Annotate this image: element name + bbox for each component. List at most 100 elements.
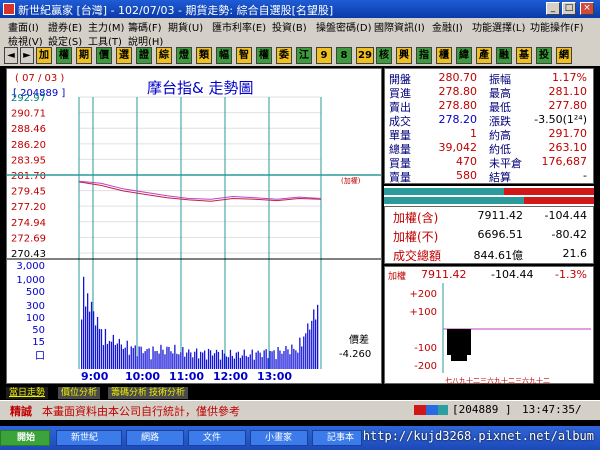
toolbar-prev-icon[interactable]: ◄ — [4, 47, 18, 64]
volume-bar — [176, 353, 178, 369]
toolbar-button[interactable]: 類 — [196, 47, 212, 64]
toolbar-button[interactable]: 9 — [316, 47, 332, 64]
watermark: http://kujd3268.pixnet.net/album — [362, 429, 594, 443]
price-tick: 274.94 — [11, 218, 46, 229]
quote-label: 賣量 — [389, 171, 411, 184]
status-color-red — [414, 405, 426, 415]
index-value: 6696.51 — [477, 228, 524, 241]
quote-value: -3.50(1²⁴) — [534, 113, 587, 126]
taskbar-item[interactable]: 網路 — [126, 430, 184, 446]
volume-tick: 15 — [32, 337, 45, 348]
toolbar-button[interactable]: 8 — [336, 47, 352, 64]
taskbar-item[interactable]: 新世紀 — [56, 430, 122, 446]
toolbar-button[interactable]: 委 — [276, 47, 292, 64]
volume-bar — [81, 319, 83, 369]
volume-bar — [166, 346, 168, 369]
volume-bar — [217, 351, 220, 369]
toolbar-button[interactable]: 網 — [556, 47, 572, 64]
toolbar-button[interactable]: 江 — [296, 47, 312, 64]
volume-bar — [94, 325, 97, 369]
taskbar-item[interactable]: 小畫家 — [250, 430, 308, 446]
volume-bar — [186, 352, 188, 369]
quote-panel: 開盤 280.70 振幅 1.17% 買進 278.80 最高 281.10 賣出 278.80 最… — [384, 68, 594, 184]
volume-bar — [100, 329, 103, 369]
toolbar-next-icon[interactable]: ► — [20, 47, 34, 64]
toolbar-button[interactable]: 權 — [56, 47, 72, 64]
quote-value: 470 — [456, 155, 477, 168]
maximize-icon[interactable]: □ — [562, 2, 576, 15]
volume-bar — [110, 341, 113, 369]
taskbar-item[interactable]: 文件 — [188, 430, 246, 446]
volume-tick: 3,000 — [16, 261, 45, 272]
intraday-chart: ( 07 / 03 )[ 204889 ] 摩台指& 走勢圖292.97290.7… — [7, 73, 381, 383]
sell-bar-2 — [524, 197, 594, 204]
volume-bar — [277, 347, 279, 369]
buysell-value: 7911.42 — [421, 268, 467, 281]
volume-bar — [259, 352, 261, 369]
tab-0[interactable]: 當日走勢 — [6, 387, 49, 399]
chart-date: ( 07 / 03 ) — [15, 73, 64, 84]
tab-3[interactable]: 技術分析 — [146, 387, 189, 399]
minimize-icon[interactable]: _ — [546, 2, 560, 15]
volume-bar — [239, 357, 241, 369]
volume-bar — [108, 340, 111, 369]
toolbar-button[interactable]: 選 — [116, 47, 132, 64]
volume-bar — [136, 356, 138, 369]
time-tick: 13:00 — [257, 370, 292, 383]
toolbar-button[interactable]: 燈 — [176, 47, 192, 64]
status-color-blue — [426, 405, 438, 415]
volume-bar — [204, 350, 206, 369]
toolbar-button[interactable]: 加 — [36, 47, 52, 64]
price-tick: 288.46 — [11, 124, 46, 135]
volume-bar — [215, 349, 218, 369]
volume-bar — [205, 359, 208, 369]
toolbar-button[interactable]: 綜 — [156, 47, 172, 64]
time-tick: 11:00 — [169, 370, 204, 383]
toolbar-button[interactable]: 基 — [516, 47, 532, 64]
toolbar-button[interactable]: 智 — [236, 47, 252, 64]
tab-2[interactable]: 籌碼分析 — [108, 387, 151, 399]
toolbar-button[interactable]: 證 — [136, 47, 152, 64]
start-button[interactable]: 開始 — [0, 430, 50, 446]
price-tick: 279.45 — [11, 187, 46, 198]
chart-title: 摩台指& 走勢圖 — [147, 79, 253, 97]
volume-bar — [156, 351, 158, 369]
volume-bar — [309, 329, 311, 369]
status-time: 13:47:35/ — [522, 403, 582, 416]
toolbar-button[interactable]: 期 — [76, 47, 92, 64]
index-change: -104.44 — [544, 209, 587, 222]
toolbar-button[interactable]: 融 — [496, 47, 512, 64]
tab-1[interactable]: 價位分析 — [58, 387, 101, 399]
quote-value: 278.80 — [438, 85, 478, 98]
toolbar-button[interactable]: 緯 — [456, 47, 472, 64]
quote-value: - — [583, 169, 587, 182]
toolbar-button[interactable]: 幅 — [216, 47, 232, 64]
toolbar-button[interactable]: 權 — [256, 47, 272, 64]
toolbar-button[interactable]: 指 — [416, 47, 432, 64]
volume-bar — [291, 344, 293, 369]
index-panel: 加權(含) 7911.42 -104.44 加權(不) 6696.51 -80.42 成交總… — [384, 206, 594, 264]
secondary-menu: 檢視(V) 設定(S) 工具(T) 說明(H) — [0, 32, 600, 48]
volume-bar — [152, 346, 154, 369]
volume-bar — [263, 350, 265, 369]
volume-bar — [196, 348, 198, 369]
volume-bar — [188, 349, 190, 369]
buysell-tick: -200 — [414, 361, 437, 372]
toolbar-button[interactable]: 29 — [356, 47, 374, 64]
taskbar-item[interactable]: 記事本 — [312, 430, 362, 446]
volume-bar — [301, 346, 303, 369]
volume-bar — [303, 336, 305, 369]
toolbar-button[interactable]: 核 — [376, 47, 392, 64]
volume-bar — [243, 349, 245, 369]
quote-value: 281.10 — [548, 85, 588, 98]
app-icon — [3, 3, 15, 15]
toolbar-button[interactable]: 興 — [396, 47, 412, 64]
toolbar-button[interactable]: 投 — [536, 47, 552, 64]
index-change: 21.6 — [562, 247, 588, 260]
diff-label: 價差 — [349, 333, 369, 346]
close-icon[interactable]: × — [580, 2, 594, 15]
toolbar-button[interactable]: 櫃 — [436, 47, 452, 64]
toolbar-button[interactable]: 產 — [476, 47, 492, 64]
toolbar-button[interactable]: 價 — [96, 47, 112, 64]
volume-bar — [178, 354, 180, 369]
